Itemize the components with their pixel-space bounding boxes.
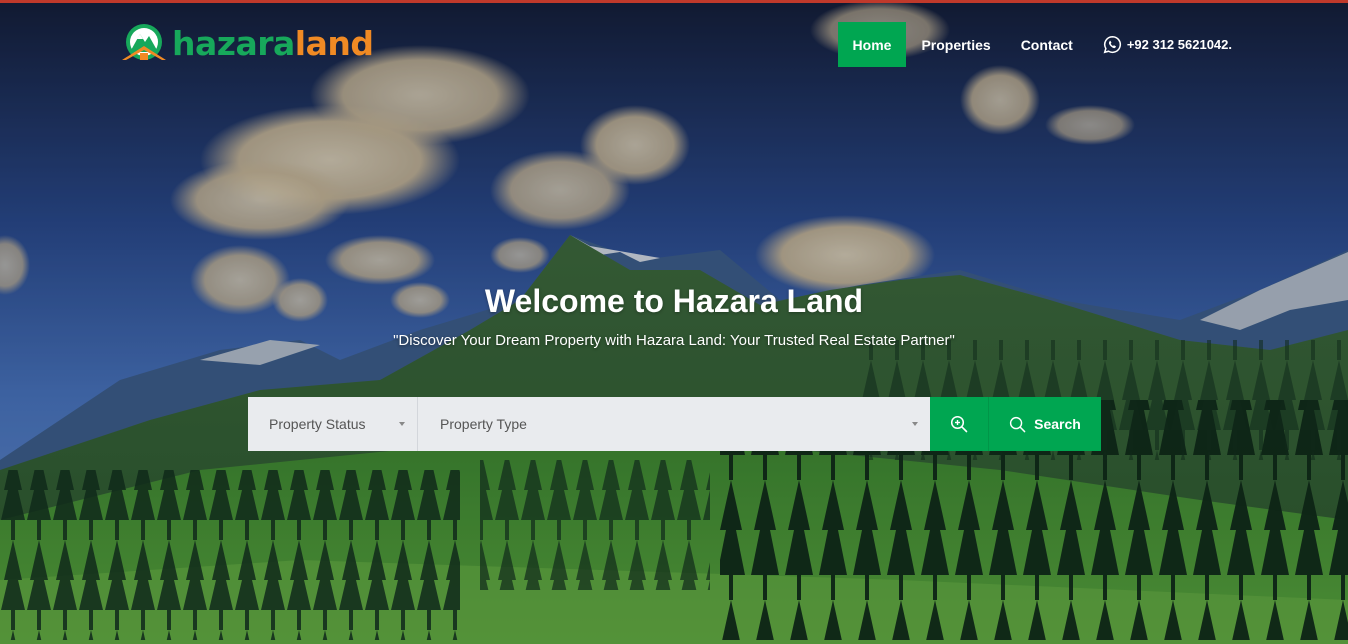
whatsapp-icon [1103, 35, 1121, 54]
nav-home[interactable]: Home [837, 22, 907, 67]
phone-number: +92 312 5621042. [1126, 37, 1232, 52]
nav-properties[interactable]: Properties [906, 22, 1005, 67]
hero-subtitle: "Discover Your Dream Property with Hazar… [393, 332, 955, 349]
property-status-label: Property Status [269, 416, 366, 432]
zoom-in-icon [950, 415, 968, 433]
chevron-down-icon [912, 422, 918, 426]
property-type-label: Property Type [440, 416, 527, 432]
chevron-down-icon [399, 422, 405, 426]
advanced-search-button[interactable] [930, 397, 989, 451]
hero-overlay [0, 0, 1348, 644]
logo-wordmark: hazaraland [172, 23, 374, 63]
search-button-label: Search [1034, 416, 1081, 432]
property-type-select[interactable]: Property Type [418, 397, 930, 451]
logo-text-land: land [294, 23, 374, 63]
search-icon [1010, 416, 1026, 432]
logo-text-hazara: hazara [172, 23, 295, 63]
hero-title: Welcome to Hazara Land [484, 283, 864, 319]
site-logo[interactable]: hazaraland [118, 20, 374, 66]
property-search-form: Property Status Property Type Search [248, 397, 1101, 451]
nav-phone-link[interactable]: +92 312 5621042. [1103, 35, 1232, 54]
nav-contact[interactable]: Contact [1006, 22, 1088, 67]
hero-section: hazaraland Home Properties Contact +92 3… [0, 0, 1348, 644]
search-button[interactable]: Search [989, 397, 1101, 451]
property-status-select[interactable]: Property Status [248, 397, 418, 451]
main-nav: Home Properties Contact +92 312 5621042. [837, 22, 1232, 67]
top-accent-strip [0, 0, 1348, 3]
mountain-house-logo-icon [122, 24, 166, 60]
